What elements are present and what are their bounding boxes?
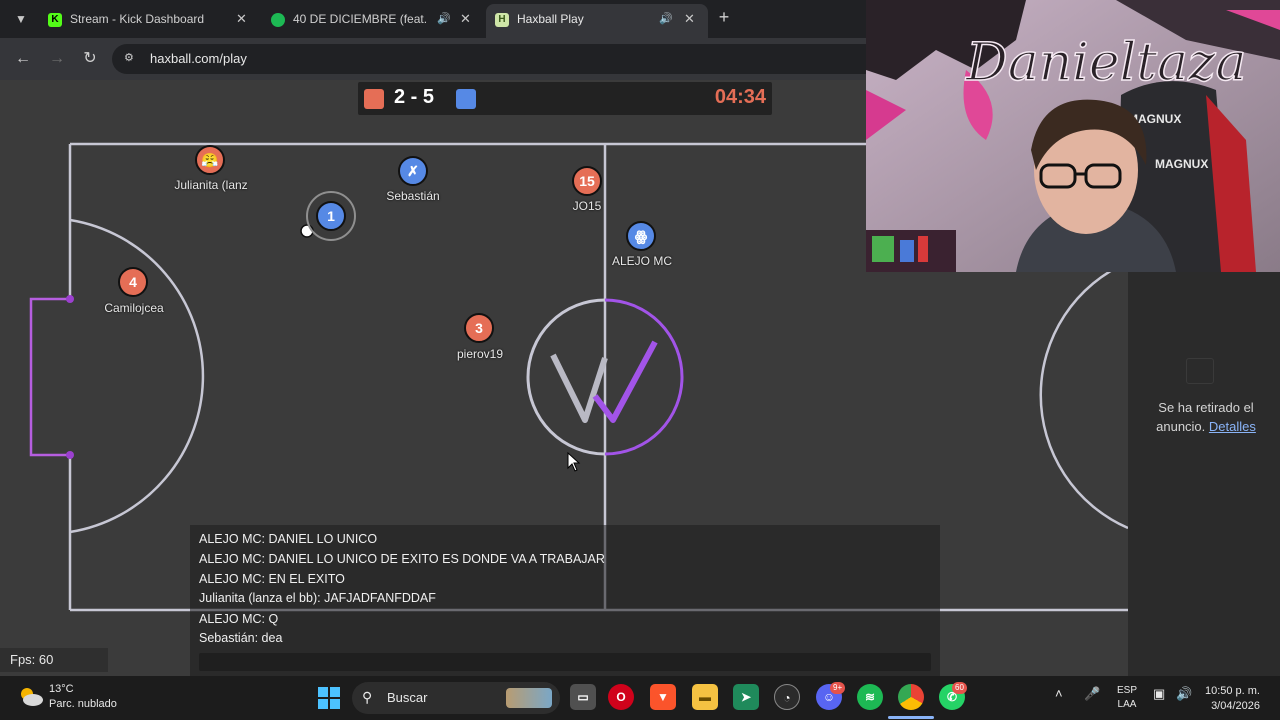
red-team-square-icon (364, 89, 384, 109)
ad-panel: Se ha retirado el anuncio. Detalles (1128, 272, 1280, 676)
volume-icon[interactable]: 🔊 (1176, 686, 1192, 702)
chat-message: ALEJO MC: DANIEL LO UNICO (199, 532, 378, 546)
brave-icon[interactable]: ▼ (650, 684, 676, 710)
tab-label: 40 DE DICIEMBRE (feat. Ge (293, 12, 431, 26)
microphone-icon[interactable]: 🎤 (1084, 686, 1100, 702)
tab-haxball-play[interactable]: H Haxball Play 🔊 ✕ (486, 4, 708, 38)
chat-message: Julianita (lanza el bb): JAFJADFANFDDAF (199, 591, 436, 605)
speaker-icon[interactable]: 🔊 (659, 4, 673, 34)
player-disc: 4 (118, 267, 148, 297)
discord-badge: 9+ (830, 682, 846, 694)
clock-date: 3/04/2026 (1211, 700, 1260, 712)
opera-icon[interactable]: O (608, 684, 634, 710)
app-arrow-icon[interactable]: ➤ (733, 684, 759, 710)
blue-team-square-icon (456, 89, 476, 109)
back-arrow-icon[interactable]: ← (12, 48, 34, 70)
chat-box: ALEJO MC: DANIEL LO UNICO ALEJO MC: DANI… (190, 525, 940, 676)
player-disc: 15 (572, 166, 602, 196)
chat-input[interactable] (199, 653, 931, 671)
network-icon[interactable]: ▣ (1153, 686, 1165, 702)
site-info-icon[interactable]: ⚙ (124, 51, 140, 67)
clock[interactable]: 10:50 p. m. 3/04/2026 (1200, 684, 1260, 714)
close-tab-icon[interactable]: ✕ (460, 4, 471, 34)
windows-start-icon[interactable] (317, 686, 341, 710)
task-view-icon[interactable]: ▭ (570, 684, 596, 710)
file-explorer-icon[interactable]: ▬ (692, 684, 718, 710)
url-text: haxball.com/play (150, 51, 247, 66)
player-disc: 3 (464, 313, 494, 343)
search-label: Buscar (387, 690, 428, 705)
close-tab-icon[interactable]: ✕ (236, 4, 247, 34)
whatsapp-badge: 60 (952, 682, 967, 694)
forward-arrow-icon[interactable]: → (46, 48, 68, 70)
haxball-favicon-icon: H (495, 13, 509, 27)
player-name: JO15 (572, 199, 602, 213)
search-icon: ⚲ (362, 689, 373, 705)
player-name: Julianita (lanz (174, 178, 248, 192)
fps-counter: Fps: 60 (0, 648, 108, 672)
chair-brand-text: MAGNUX (1155, 157, 1208, 171)
lang-top: ESP (1117, 685, 1138, 696)
player-name: Sebastián (386, 189, 440, 203)
close-tab-icon[interactable]: ✕ (684, 4, 695, 34)
webcam-image: Danieltaza MAGNUX MAGNUX (866, 0, 1280, 272)
clock-time: 10:50 p. m. (1204, 685, 1260, 697)
lang-bottom: LAA (1117, 699, 1137, 710)
graffiti-text: Danieltaza (965, 33, 1247, 93)
clock-app-icon[interactable]: ◔ (774, 684, 800, 710)
new-tab-icon[interactable]: + (713, 6, 735, 28)
chat-message: ALEJO MC: Q (199, 612, 279, 626)
language-indicator[interactable]: ESP LAA (1117, 684, 1137, 712)
player-name: ALEJO MC (611, 254, 673, 268)
kick-favicon-icon: K (48, 13, 62, 27)
chat-message: ALEJO MC: DANIEL LO UNICO DE EXITO ES DO… (199, 552, 605, 566)
match-timer: 04:34 (714, 86, 766, 108)
player-disc: ✗ (398, 156, 428, 186)
chat-message: Sebastián: dea (199, 631, 283, 645)
player-name: Camilojcea (104, 301, 164, 315)
search-highlight-image (506, 688, 552, 708)
chrome-icon[interactable] (898, 684, 924, 710)
player-disc: 😤 (195, 145, 225, 175)
weather-cloud-icon[interactable] (18, 686, 44, 708)
scoreboard: 2 - 5 04:34 (358, 82, 772, 115)
tab-label: Stream - Kick Dashboard (70, 12, 205, 26)
player-name: pierov19 (456, 347, 504, 361)
ad-placeholder-icon (1186, 358, 1214, 384)
windows-taskbar: 13°C Parc. nublado ⚲ Buscar ▭ O ▼ ▬ ➤ ◔ … (0, 676, 1280, 720)
reload-icon[interactable]: ↻ (79, 48, 101, 70)
weather-desc: Parc. nublado (49, 698, 117, 710)
spotify-icon[interactable]: ≋ (857, 684, 883, 710)
player-disc-self: 1 (316, 201, 346, 231)
speaker-icon[interactable]: 🔊 (437, 4, 451, 34)
mouse-cursor-icon (567, 452, 581, 472)
webcam-overlay: Danieltaza MAGNUX MAGNUX (866, 0, 1280, 272)
taskbar-search[interactable]: ⚲ Buscar (352, 682, 560, 714)
tab-spotify-song[interactable]: 40 DE DICIEMBRE (feat. Ge 🔊 ✕ (262, 4, 484, 38)
weather-temp: 13°C (49, 683, 74, 695)
spotify-icon (271, 13, 285, 27)
details-link[interactable]: Detalles (1209, 419, 1256, 434)
chat-message: ALEJO MC: EN EL EXITO (199, 572, 345, 586)
screen: ▼ K Stream - Kick Dashboard ✕ 40 DE DICI… (0, 0, 1280, 720)
chevron-up-icon[interactable]: ˄ (1055, 686, 1063, 701)
active-app-indicator (888, 716, 934, 719)
tab-label: Haxball Play (517, 12, 584, 26)
tab-kick-dashboard[interactable]: K Stream - Kick Dashboard ✕ (0, 4, 260, 38)
score: 2 - 5 (394, 86, 435, 108)
player-disc: ꙮ (626, 221, 656, 251)
